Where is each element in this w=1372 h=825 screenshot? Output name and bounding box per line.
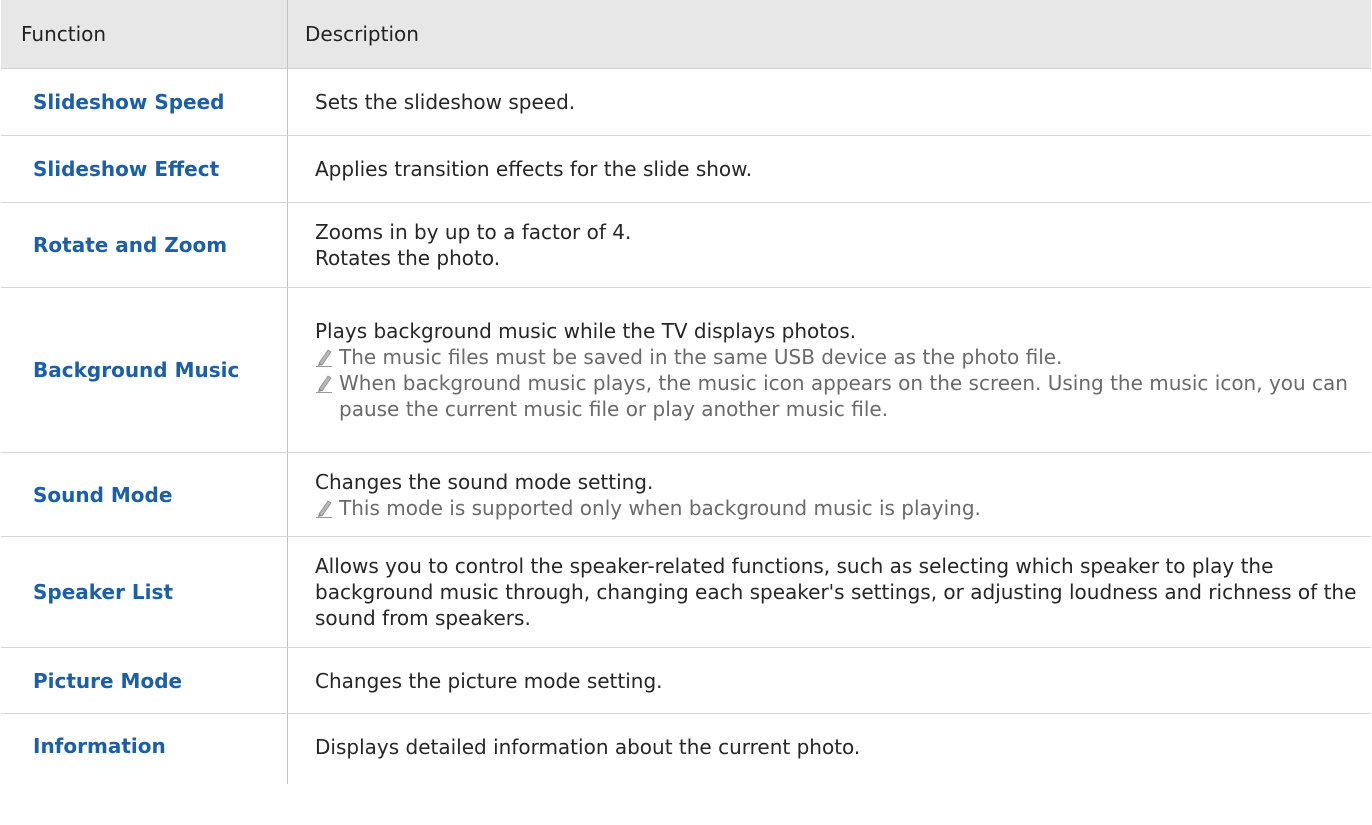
description-cell: Allows you to control the speaker-relate…: [287, 537, 1371, 647]
table-row: Slideshow Speed Sets the slideshow speed…: [1, 69, 1371, 136]
pencil-note-icon: [315, 344, 339, 370]
description-cell: Displays detailed information about the …: [287, 714, 1371, 784]
description-cell: Applies transition effects for the slide…: [287, 136, 1371, 202]
description-text: Rotates the photo.: [315, 246, 501, 270]
description-text: Changes the sound mode setting.: [315, 469, 654, 494]
table-row: Slideshow Effect Applies transition effe…: [1, 136, 1371, 203]
description-cell: Sets the slideshow speed.: [287, 69, 1371, 135]
function-rotate-and-zoom[interactable]: Rotate and Zoom: [1, 203, 287, 287]
table-row: Speaker List Allows you to control the s…: [1, 537, 1371, 648]
note-text: When background music plays, the music i…: [339, 371, 1348, 421]
description-text: Changes the picture mode setting.: [315, 668, 663, 693]
header-description: Description: [287, 0, 1371, 68]
description-cell: Zooms in by up to a factor of 4. Rotates…: [287, 203, 1371, 287]
function-slideshow-speed[interactable]: Slideshow Speed: [1, 69, 287, 135]
pencil-note-icon: [315, 370, 339, 396]
description-text: Zooms in by up to a factor of 4.: [315, 220, 632, 244]
function-information[interactable]: Information: [1, 714, 287, 784]
table-row: Information Displays detailed informatio…: [1, 714, 1371, 784]
note: When background music plays, the music i…: [315, 370, 1357, 422]
description-cell: Plays background music while the TV disp…: [287, 288, 1371, 452]
description-text: Displays detailed information about the …: [315, 735, 861, 759]
description-cell: Changes the sound mode setting. This mod…: [287, 453, 1371, 536]
description-cell: Changes the picture mode setting.: [287, 648, 1371, 713]
description-text: Applies transition effects for the slide…: [315, 157, 753, 181]
note-text: The music files must be saved in the sam…: [339, 345, 1063, 369]
table-row: Picture Mode Changes the picture mode se…: [1, 648, 1371, 714]
table-row: Rotate and Zoom Zooms in by up to a fact…: [1, 203, 1371, 288]
function-slideshow-effect[interactable]: Slideshow Effect: [1, 136, 287, 202]
description-text: Plays background music while the TV disp…: [315, 319, 857, 343]
function-speaker-list[interactable]: Speaker List: [1, 537, 287, 647]
pencil-note-icon: [315, 495, 339, 521]
header-function: Function: [21, 22, 107, 46]
table-row: Sound Mode Changes the sound mode settin…: [1, 453, 1371, 537]
description-text: Allows you to control the speaker-relate…: [315, 554, 1357, 630]
note-text: This mode is supported only when backgro…: [339, 495, 981, 520]
function-picture-mode[interactable]: Picture Mode: [1, 648, 287, 713]
table-row: Background Music Plays background music …: [1, 288, 1371, 453]
function-table: Function Description Slideshow Speed Set…: [1, 0, 1371, 784]
description-text: Sets the slideshow speed.: [315, 90, 576, 114]
function-background-music[interactable]: Background Music: [1, 288, 287, 452]
table-header: Function Description: [1, 0, 1371, 69]
note: The music files must be saved in the sam…: [315, 344, 1357, 370]
note: This mode is supported only when backgro…: [315, 495, 1357, 521]
function-sound-mode[interactable]: Sound Mode: [1, 453, 287, 536]
